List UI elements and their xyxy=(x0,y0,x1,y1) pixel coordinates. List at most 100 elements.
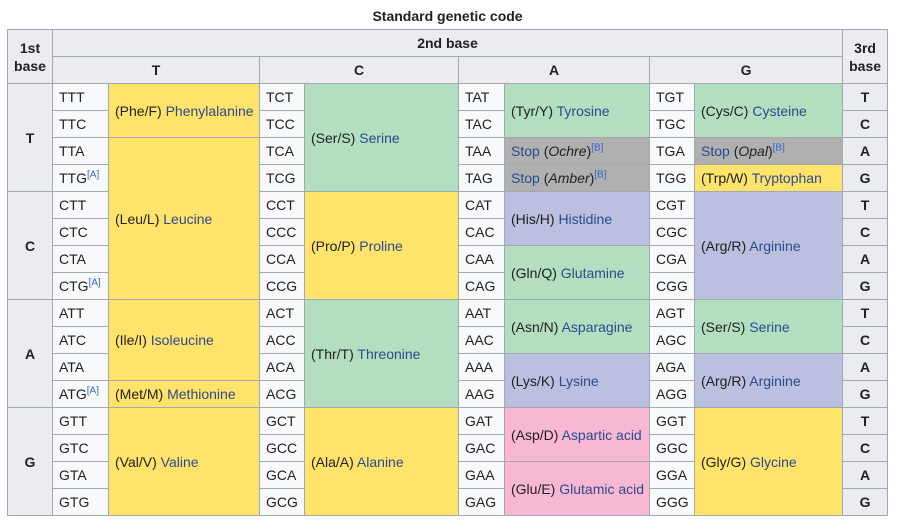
codon-cell: TGG xyxy=(649,164,695,192)
codon-cell: CAC xyxy=(458,218,505,246)
codon-cell: CTA xyxy=(52,245,109,273)
genetic-code-table-wrapper: Standard genetic code 1st base 2nd base 3… xyxy=(7,6,889,516)
codon-cell: TTC xyxy=(52,110,109,138)
codon-cell: GGC xyxy=(649,434,695,462)
amino-acid-glutamic-acid: (Glu/E) Glutamic acid xyxy=(504,461,650,516)
arginine-link[interactable]: Arginine xyxy=(749,238,800,254)
codon-text: ATG xyxy=(59,386,87,402)
asparagine-link[interactable]: Asparagine xyxy=(562,319,633,335)
codon-text: TTG xyxy=(59,170,87,186)
codon-cell: TCT xyxy=(259,83,305,111)
alanine-link[interactable]: Alanine xyxy=(357,454,404,470)
third-base-cell: G xyxy=(842,164,889,192)
codon-cell: ACG xyxy=(259,380,305,408)
amino-acid-cysteine: (Cys/C) Cysteine xyxy=(693,83,844,138)
footnote-a[interactable]: [A] xyxy=(87,385,99,396)
footnote-a-link[interactable]: [A] xyxy=(89,277,101,288)
codon-cell: CGA xyxy=(649,245,695,273)
aspartic-acid-link[interactable]: Aspartic acid xyxy=(562,427,642,443)
codon-cell: ATA xyxy=(52,353,109,381)
codon-cell: GGG xyxy=(649,488,695,516)
codon-cell: TCG xyxy=(259,164,305,192)
codon-cell: TCC xyxy=(259,110,305,138)
amino-acid-proline: (Pro/P) Proline xyxy=(304,191,459,300)
codon-cell: GGA xyxy=(649,461,695,489)
methionine-link[interactable]: Methionine xyxy=(167,386,236,402)
aa-abbr: (Ser/S) xyxy=(311,129,356,146)
stop-ochre: Stop (Ochre)[B] xyxy=(504,137,650,165)
footnote-a[interactable]: [A] xyxy=(87,169,99,180)
amino-acid-valine: (Val/V) Valine xyxy=(108,407,260,516)
codon-cell: AGG xyxy=(649,380,695,408)
cysteine-link[interactable]: Cysteine xyxy=(752,103,806,119)
codon-cell: CTT xyxy=(52,191,109,219)
stop-codon-link[interactable]: Stop xyxy=(511,143,540,159)
stop-name: Ochre xyxy=(548,143,587,159)
footnote-a[interactable]: [A] xyxy=(89,277,101,288)
codon-cell: CGG xyxy=(649,272,695,300)
amino-acid-tyrosine: (Tyr/Y) Tyrosine xyxy=(504,83,650,138)
codon-cell: AGA xyxy=(649,353,695,381)
codon-cell: AAA xyxy=(458,353,505,381)
codon-cell: CCC xyxy=(259,218,305,246)
footnote-b-link[interactable]: [B] xyxy=(594,169,606,180)
leucine-link[interactable]: Leucine xyxy=(163,211,212,227)
glutamic-acid-link[interactable]: Glutamic acid xyxy=(559,481,644,497)
amino-acid-serine: (Ser/S) Serine xyxy=(304,83,459,192)
stop-codon-link[interactable]: Stop xyxy=(511,170,540,186)
table-row: T TTT (Phe/F) Phenylalanine TCT (Ser/S) … xyxy=(7,83,889,192)
codon-cell: CAT xyxy=(458,191,505,219)
lysine-link[interactable]: Lysine xyxy=(559,373,599,389)
glycine-link[interactable]: Glycine xyxy=(750,454,797,470)
codon-cell: TGT xyxy=(649,83,695,111)
amino-acid-methionine: (Met/M) Methionine xyxy=(108,380,260,408)
aa-abbr: (Glu/E) xyxy=(511,480,556,497)
footnote-b[interactable]: [B] xyxy=(773,142,785,153)
codon-cell: GCC xyxy=(259,434,305,462)
phenylalanine-link[interactable]: Phenylalanine xyxy=(166,103,254,119)
codon-cell: GGT xyxy=(649,407,695,435)
first-base-G: G xyxy=(7,407,53,516)
third-base-cell: G xyxy=(842,488,889,516)
valine-link[interactable]: Valine xyxy=(161,454,199,470)
isoleucine-link[interactable]: Isoleucine xyxy=(151,332,214,348)
amino-acid-phenylalanine: (Phe/F) Phenylalanine xyxy=(108,83,260,138)
footnote-a-link[interactable]: [A] xyxy=(87,385,99,396)
codon-cell: GTT xyxy=(52,407,109,435)
glutamine-link[interactable]: Glutamine xyxy=(561,265,625,281)
codon-cell: TTG[A] xyxy=(52,164,109,192)
aa-abbr: (Arg/R) xyxy=(701,372,747,389)
codon-cell: GTG xyxy=(52,488,109,516)
aa-abbr: (Ile/I) xyxy=(115,332,147,348)
footnote-b[interactable]: [B] xyxy=(594,169,606,180)
histidine-link[interactable]: Histidine xyxy=(558,211,612,227)
stop-amber: Stop (Amber)[B] xyxy=(504,164,650,192)
codon-cell: CGC xyxy=(649,218,695,246)
codon-cell: TCA xyxy=(259,137,305,165)
serine-link[interactable]: Serine xyxy=(749,319,789,335)
footnote-a-link[interactable]: [A] xyxy=(87,169,99,180)
second-base-T: T xyxy=(52,56,260,84)
serine-link[interactable]: Serine xyxy=(359,130,399,146)
third-base-header-line2: base xyxy=(849,57,882,74)
codon-cell: TAC xyxy=(458,110,505,138)
threonine-link[interactable]: Threonine xyxy=(357,346,420,362)
aa-abbr: (Val/V) xyxy=(115,453,157,470)
tyrosine-link[interactable]: Tyrosine xyxy=(557,103,610,119)
arginine-link[interactable]: Arginine xyxy=(749,373,800,389)
footnote-b-link[interactable]: [B] xyxy=(773,142,785,153)
aa-abbr: (Met/M) xyxy=(115,386,164,402)
codon-cell: GAT xyxy=(458,407,505,435)
stop-codon-link[interactable]: Stop xyxy=(701,143,730,159)
third-base-cell: G xyxy=(842,380,889,408)
tryptophan-link[interactable]: Tryptophan xyxy=(752,170,822,186)
first-base-header-line2: base xyxy=(14,57,46,74)
third-base-cell: A xyxy=(842,461,889,489)
aa-abbr: (Pro/P) xyxy=(311,237,356,254)
third-base-header-line1: 3rd xyxy=(854,39,876,56)
footnote-b-link[interactable]: [B] xyxy=(591,142,603,153)
proline-link[interactable]: Proline xyxy=(359,238,403,254)
stop-name: Opal xyxy=(738,143,768,159)
codon-cell: AAG xyxy=(458,380,505,408)
footnote-b[interactable]: [B] xyxy=(591,142,603,153)
